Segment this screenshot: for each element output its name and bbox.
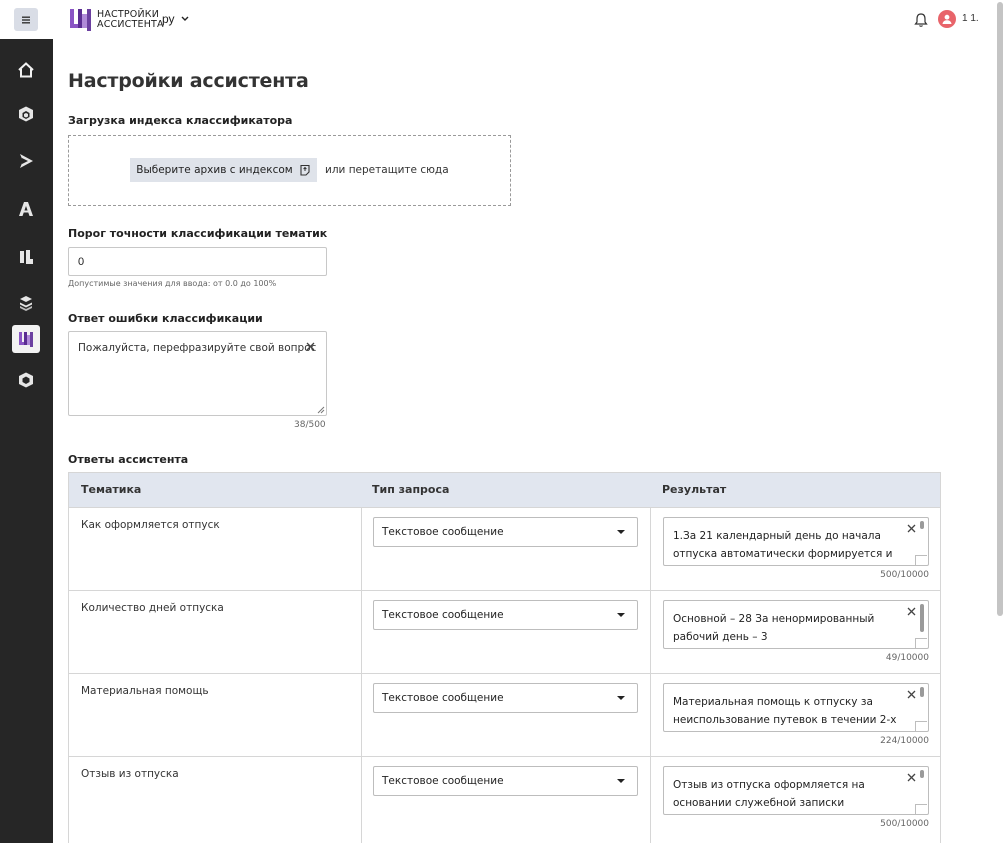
user-icon	[942, 14, 952, 24]
result-textarea[interactable]: Основной – 28 За ненормированный рабочий…	[663, 600, 929, 649]
request-type-value: Текстовое сообщение	[382, 692, 504, 704]
result-counter: 224/10000	[880, 736, 929, 746]
sidebar-item-play[interactable]	[12, 147, 40, 175]
error-answer-value: Пожалуйста, перефразируйте свой вопрос	[78, 342, 317, 354]
user-name[interactable]: 1 1.	[962, 13, 979, 24]
result-counter: 49/10000	[885, 653, 929, 663]
request-type-select[interactable]: Текстовое сообщение	[373, 600, 638, 630]
top-header: НАСТРОЙКИ АССИСТЕНТА ру 1 1.	[0, 0, 994, 39]
sidebar-item-assistant[interactable]	[12, 195, 40, 223]
table-row: Материальная помощь Текстовое сообщение …	[69, 673, 940, 757]
request-type-value: Текстовое сообщение	[382, 526, 504, 538]
chevron-down-icon	[181, 16, 189, 21]
choose-archive-button[interactable]: Выберите архив с индексом	[130, 158, 317, 182]
request-type-select[interactable]: Текстовое сообщение	[373, 683, 638, 713]
logo-mark-icon	[70, 9, 91, 31]
request-type-value: Текстовое сообщение	[382, 609, 504, 621]
choose-archive-label: Выберите архив с индексом	[136, 164, 293, 176]
result-value: Основной – 28 За ненормированный рабочий…	[673, 613, 875, 643]
column-header-result: Результат	[662, 483, 727, 496]
file-upload-icon	[300, 164, 310, 176]
sidebar-item-layers[interactable]	[12, 289, 40, 317]
result-scrollbar[interactable]	[920, 770, 924, 778]
home-icon	[18, 62, 34, 78]
request-type-select[interactable]: Текстовое сообщение	[373, 517, 638, 547]
result-textarea[interactable]: Отзыв из отпуска оформляется на основани…	[663, 766, 929, 815]
logo-line-2: АССИСТЕНТА	[97, 19, 164, 30]
sidebar-item-documents[interactable]	[12, 243, 40, 271]
request-type-select[interactable]: Текстовое сообщение	[373, 766, 638, 796]
threshold-label: Порог точности классификации тематик	[68, 227, 328, 240]
row-topic: Материальная помощь	[81, 685, 209, 697]
package-icon	[19, 106, 33, 122]
threshold-value: 0	[78, 255, 85, 268]
resize-grip-icon[interactable]	[317, 406, 325, 414]
drop-hint: или перетащите сюда	[325, 164, 449, 176]
result-scrollbar[interactable]	[920, 604, 924, 632]
table-row: Количество дней отпуска Текстовое сообще…	[69, 590, 940, 674]
resize-grip-icon[interactable]	[915, 804, 927, 814]
table-row: Как оформляется отпуск Текстовое сообщен…	[69, 507, 940, 591]
clear-icon[interactable]	[907, 690, 916, 699]
column-header-type: Тип запроса	[372, 483, 450, 496]
sidebar-item-assistant-settings[interactable]	[12, 325, 40, 353]
caret-down-icon	[617, 530, 625, 534]
index-dropzone[interactable]: Выберите архив с индексом или перетащите…	[68, 135, 511, 206]
menu-toggle-button[interactable]	[14, 8, 38, 31]
error-answer-textarea[interactable]: Пожалуйста, перефразируйте свой вопрос	[68, 331, 327, 416]
assistant-a-icon	[19, 202, 33, 216]
resize-grip-icon[interactable]	[915, 555, 927, 565]
result-value: Отзыв из отпуска оформляется на основани…	[673, 779, 865, 809]
caret-down-icon	[617, 613, 625, 617]
app-logo[interactable]: НАСТРОЙКИ АССИСТЕНТА	[68, 8, 164, 32]
error-answer-label: Ответ ошибки классификации	[68, 312, 263, 325]
resize-grip-icon[interactable]	[915, 638, 927, 648]
page-scrollbar-thumb[interactable]	[997, 2, 1003, 616]
resize-grip-icon[interactable]	[915, 721, 927, 731]
language-label: ру	[162, 12, 175, 26]
answers-table: Тематика Тип запроса Результат Как оформ…	[68, 472, 941, 843]
index-upload-label: Загрузка индекса классификатора	[68, 114, 293, 127]
box-icon	[19, 372, 33, 388]
notification-bell-icon[interactable]	[913, 12, 929, 28]
sidebar	[0, 39, 53, 843]
sidebar-item-home[interactable]	[12, 56, 40, 84]
play-icon	[20, 154, 33, 168]
result-textarea[interactable]: 1.За 21 календарный день до начала отпус…	[663, 517, 929, 566]
table-header: Тематика Тип запроса Результат	[69, 473, 940, 507]
result-value: Материальная помощь к отпуску за неиспол…	[673, 696, 897, 726]
caret-down-icon	[617, 696, 625, 700]
language-selector[interactable]: ру	[162, 12, 189, 26]
threshold-hint: Допустимые значения для ввода: от 0.0 до…	[68, 279, 277, 288]
answers-label: Ответы ассистента	[68, 453, 189, 466]
layers-icon	[20, 296, 32, 311]
clear-icon[interactable]	[907, 607, 916, 616]
column-header-topic: Тематика	[81, 483, 142, 496]
page-title: Настройки ассистента	[68, 70, 309, 92]
assistant-settings-icon	[19, 332, 33, 347]
sidebar-item-packages[interactable]	[12, 100, 40, 128]
result-counter: 500/10000	[880, 819, 929, 829]
hamburger-icon	[22, 16, 30, 23]
result-scrollbar[interactable]	[920, 687, 924, 697]
clear-icon[interactable]	[306, 342, 315, 351]
row-topic: Отзыв из отпуска	[81, 768, 179, 780]
result-counter: 500/10000	[880, 570, 929, 580]
request-type-value: Текстовое сообщение	[382, 775, 504, 787]
user-avatar[interactable]	[938, 10, 956, 28]
caret-down-icon	[617, 779, 625, 783]
row-topic: Количество дней отпуска	[81, 602, 224, 614]
document-icon	[20, 250, 33, 264]
clear-icon[interactable]	[907, 773, 916, 782]
row-topic: Как оформляется отпуск	[81, 519, 220, 531]
threshold-input[interactable]: 0	[68, 247, 327, 276]
result-textarea[interactable]: Материальная помощь к отпуску за неиспол…	[663, 683, 929, 732]
table-row: Отзыв из отпуска Текстовое сообщение Отз…	[69, 756, 940, 843]
sidebar-item-box[interactable]	[12, 366, 40, 394]
result-value: 1.За 21 календарный день до начала отпус…	[673, 530, 893, 560]
error-answer-counter: 38/500	[294, 420, 326, 430]
result-scrollbar[interactable]	[920, 521, 924, 529]
clear-icon[interactable]	[907, 524, 916, 533]
